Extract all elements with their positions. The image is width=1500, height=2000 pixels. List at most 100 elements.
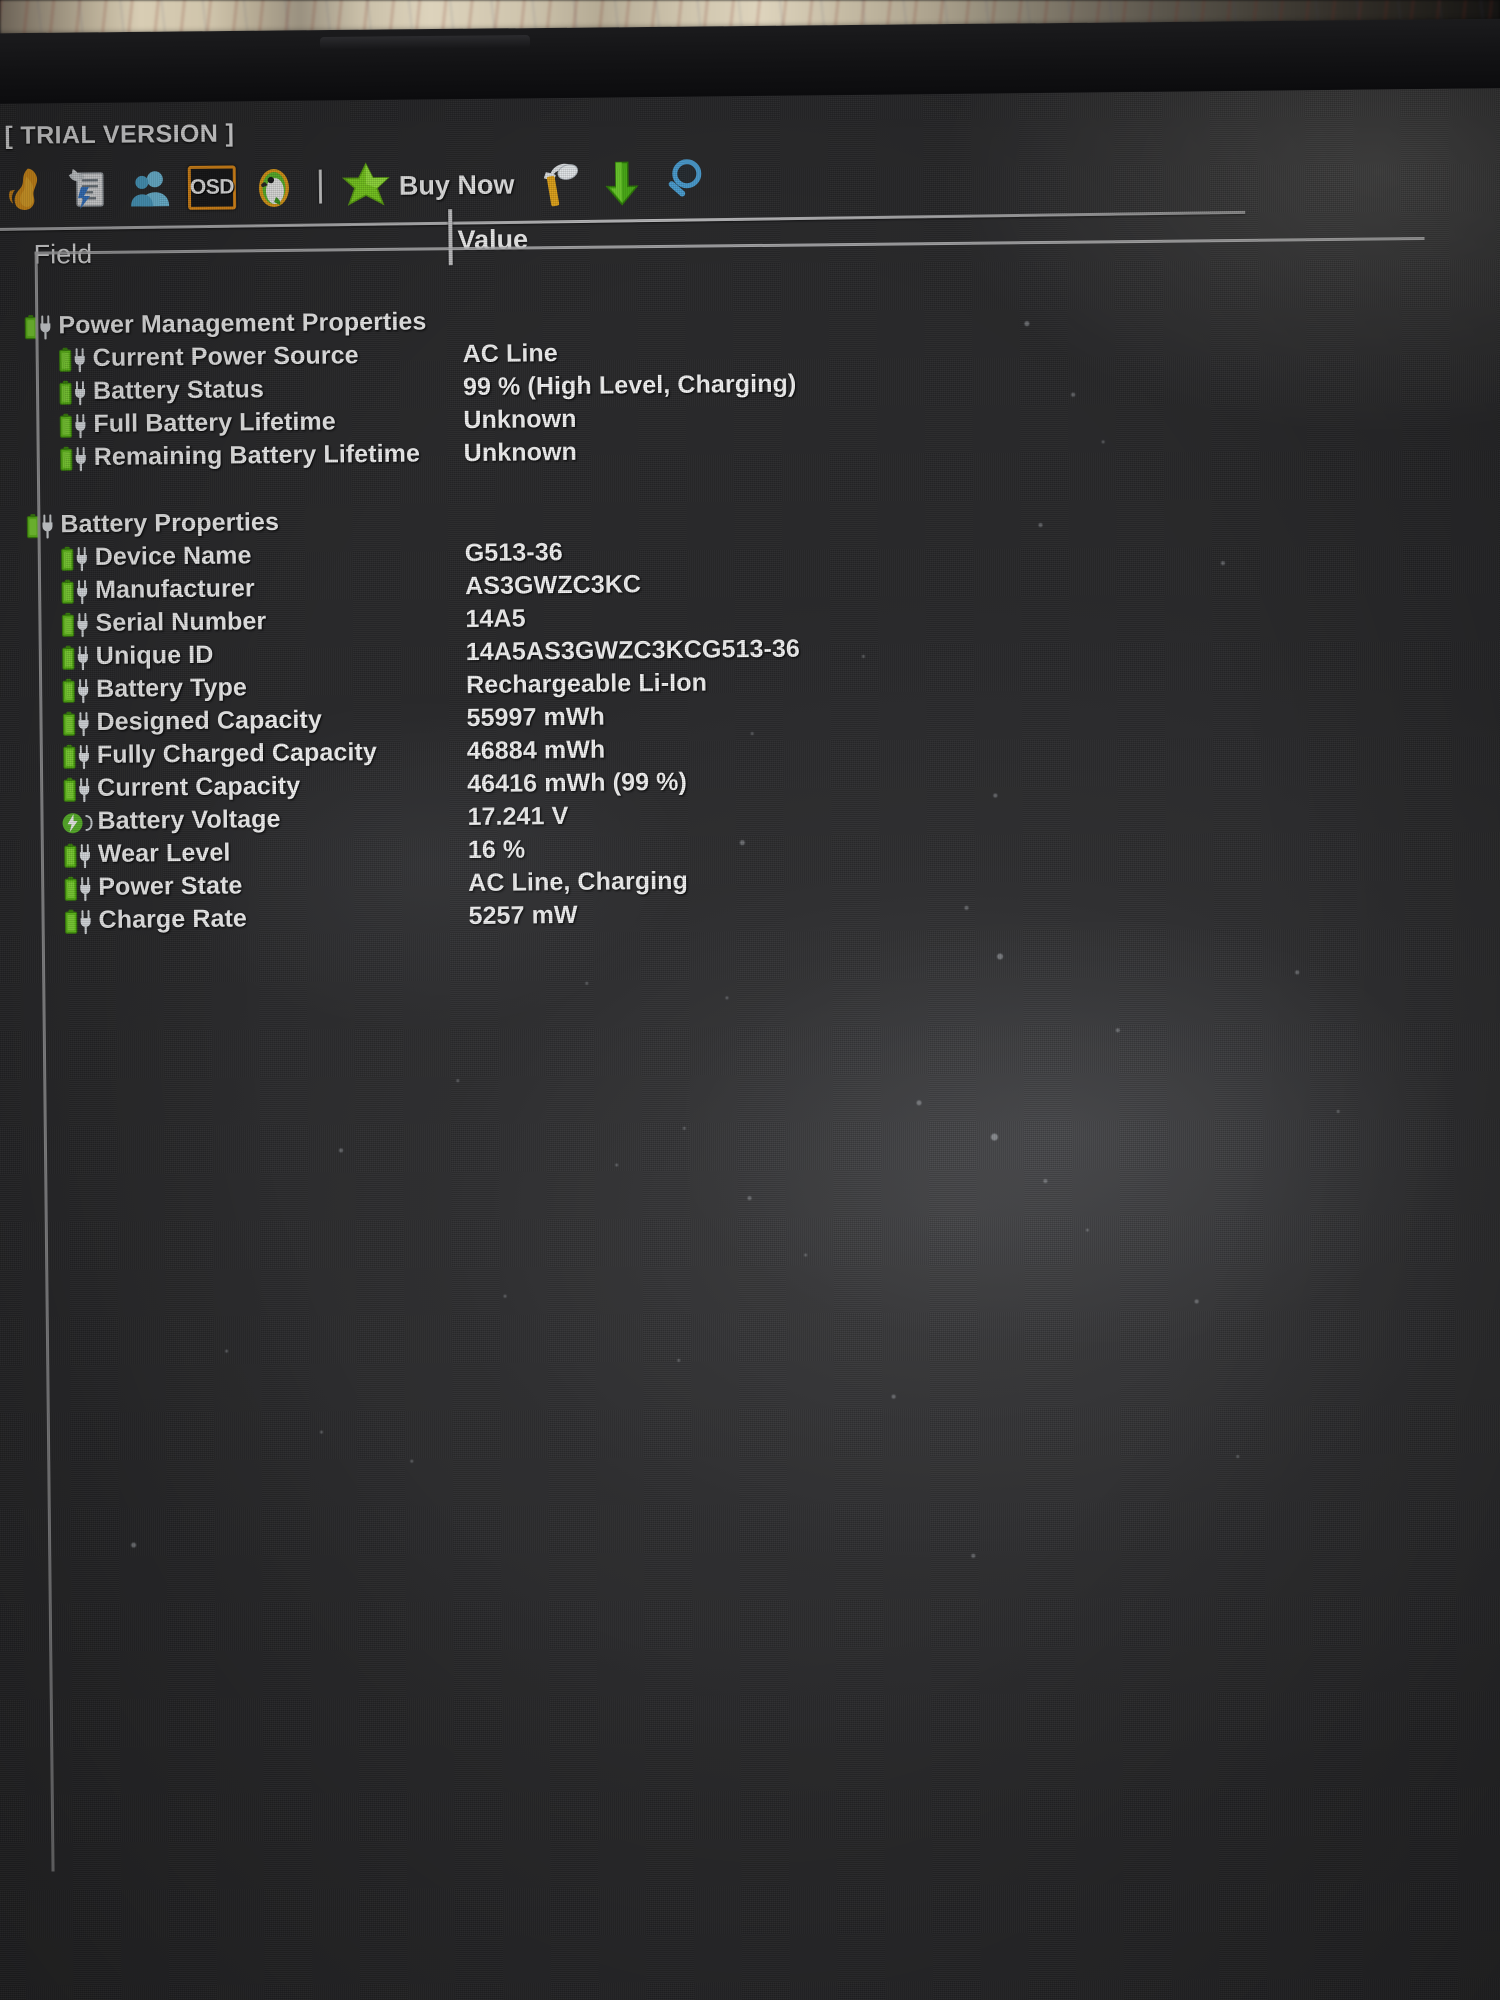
report-icon-button[interactable] [57, 160, 120, 219]
table-cell-value: 14A5 [465, 604, 526, 634]
table-cell-field: Current Capacity [97, 771, 301, 802]
photograph-of-laptop-screen: [ TRIAL VERSION ] OSD Buy Now Value Powe… [0, 0, 1500, 2000]
table-cell-field: Fully Charged Capacity [96, 738, 378, 769]
table-cell-field: Charge Rate [98, 904, 248, 934]
row-icon [62, 875, 96, 903]
table-cell-field: Wear Level [97, 838, 231, 868]
row-icon [61, 809, 95, 837]
column-divider [448, 209, 453, 266]
flame-icon [9, 168, 38, 210]
table-cell-value: 55997 mWh [466, 702, 606, 733]
battery-plug-icon [64, 843, 90, 869]
table-body: Power Management Properties Current Power… [6, 297, 1432, 940]
table-cell-value: 5257 mW [468, 900, 578, 931]
row-icon [57, 346, 91, 374]
row-icon [59, 545, 93, 573]
table-group-label: Power Management Properties [58, 307, 427, 340]
battery-plug-icon [62, 678, 89, 704]
table-cell-value: 99 % (High Level, Charging) [462, 369, 797, 402]
battery-plug-icon [59, 380, 86, 406]
table-cell-value: G513-36 [464, 538, 563, 568]
flame-icon-button[interactable] [0, 160, 57, 219]
table-cell-value: 46416 mWh (99 %) [467, 767, 688, 799]
battery-plug-icon [63, 777, 90, 803]
table-cell-field: Battery Status [92, 375, 265, 405]
row-icon [57, 412, 91, 440]
table-cell-value: 14A5AS3GWZC3KCG513-36 [465, 634, 801, 667]
download-arrow-icon-button[interactable] [590, 154, 653, 213]
row-icon [61, 776, 95, 804]
battery-plug-icon [64, 876, 91, 902]
hammer-icon [543, 163, 578, 207]
battery-plug-icon [62, 711, 89, 737]
battery-plug-icon [59, 413, 86, 439]
table-cell-value: Rechargeable Li-Ion [466, 668, 708, 700]
lightning-icon [62, 813, 93, 834]
aida64-window: [ TRIAL VERSION ] OSD Buy Now Value Powe… [0, 88, 1500, 2000]
table-cell-field: Full Battery Lifetime [93, 407, 336, 438]
battery-plug-icon [60, 446, 86, 472]
table-cell-value: Unknown [463, 437, 578, 468]
table-cell-field: Device Name [94, 541, 252, 571]
battery-plug-icon [61, 579, 88, 605]
column-header-field[interactable]: Field [33, 239, 92, 271]
report-icon [68, 169, 104, 210]
table-cell-value: 16 % [467, 835, 526, 865]
laptop-hinge-notch [319, 34, 531, 51]
battery-plug-icon [64, 909, 91, 935]
row-icon [22, 313, 56, 341]
hammer-icon-button[interactable] [528, 155, 591, 214]
properties-table: Field Value Power Management PropertiesC… [5, 209, 1432, 940]
battery-plug-icon [61, 612, 88, 638]
table-group-label: Battery Properties [60, 508, 280, 539]
row-icon [60, 644, 94, 672]
table-cell-field: Manufacturer [94, 574, 255, 604]
battery-plug-icon [61, 546, 87, 572]
user-icon [131, 171, 170, 207]
row-icon [24, 512, 58, 540]
row-icon [59, 578, 93, 606]
battery-plug-icon [24, 315, 51, 340]
battery-plug-icon [63, 744, 89, 770]
table-cell-field: Designed Capacity [96, 705, 323, 736]
buy-now-label[interactable]: Buy Now [399, 169, 515, 201]
toolbar-separator [305, 157, 336, 215]
user-icon-button[interactable] [119, 159, 182, 218]
table-cell-field: Battery Voltage [97, 805, 281, 835]
table-cell-field: Power State [98, 871, 243, 901]
trial-version-banner: [ TRIAL VERSION ] [4, 119, 235, 150]
row-icon [62, 908, 96, 936]
table-cell-field: Remaining Battery Lifetime [93, 439, 421, 471]
row-icon [59, 611, 93, 639]
table-cell-value: AC Line, Charging [468, 866, 689, 898]
table-cell-field: Serial Number [95, 607, 267, 637]
table-cell-field: Current Power Source [92, 341, 359, 372]
green-star-icon [341, 162, 390, 206]
row-icon [61, 743, 95, 771]
table-cell-value: AS3GWZC3KC [464, 570, 642, 601]
laptop-screen: [ TRIAL VERSION ] OSD Buy Now Value Powe… [0, 87, 1500, 2000]
table-cell-field: Unique ID [95, 640, 214, 670]
table-cell-value: 46884 mWh [466, 735, 606, 766]
penguin-icon [258, 169, 289, 208]
table-cell-value: Unknown [463, 404, 577, 435]
osd-icon-button[interactable]: OSD [181, 158, 244, 217]
table-cell-value: AC Line [462, 339, 558, 369]
toolbar: OSD Buy Now [0, 149, 975, 221]
battery-plug-icon [59, 347, 85, 373]
table-cell-value: 17.241 V [467, 802, 569, 832]
magnifier-icon-button[interactable] [652, 153, 715, 212]
battery-plug-icon [26, 514, 53, 539]
row-icon [57, 379, 91, 407]
row-icon [62, 842, 96, 870]
penguin-icon-button[interactable] [243, 158, 306, 217]
row-icon [60, 710, 94, 738]
download-arrow-icon [604, 161, 639, 206]
row-icon [60, 677, 94, 705]
table-cell-field: Battery Type [96, 673, 248, 703]
green-star-icon-button[interactable] [335, 157, 398, 216]
column-header-value[interactable]: Value [457, 224, 528, 256]
magnifier-icon [668, 159, 701, 197]
osd-icon: OSD [187, 165, 237, 210]
row-icon [58, 445, 92, 473]
